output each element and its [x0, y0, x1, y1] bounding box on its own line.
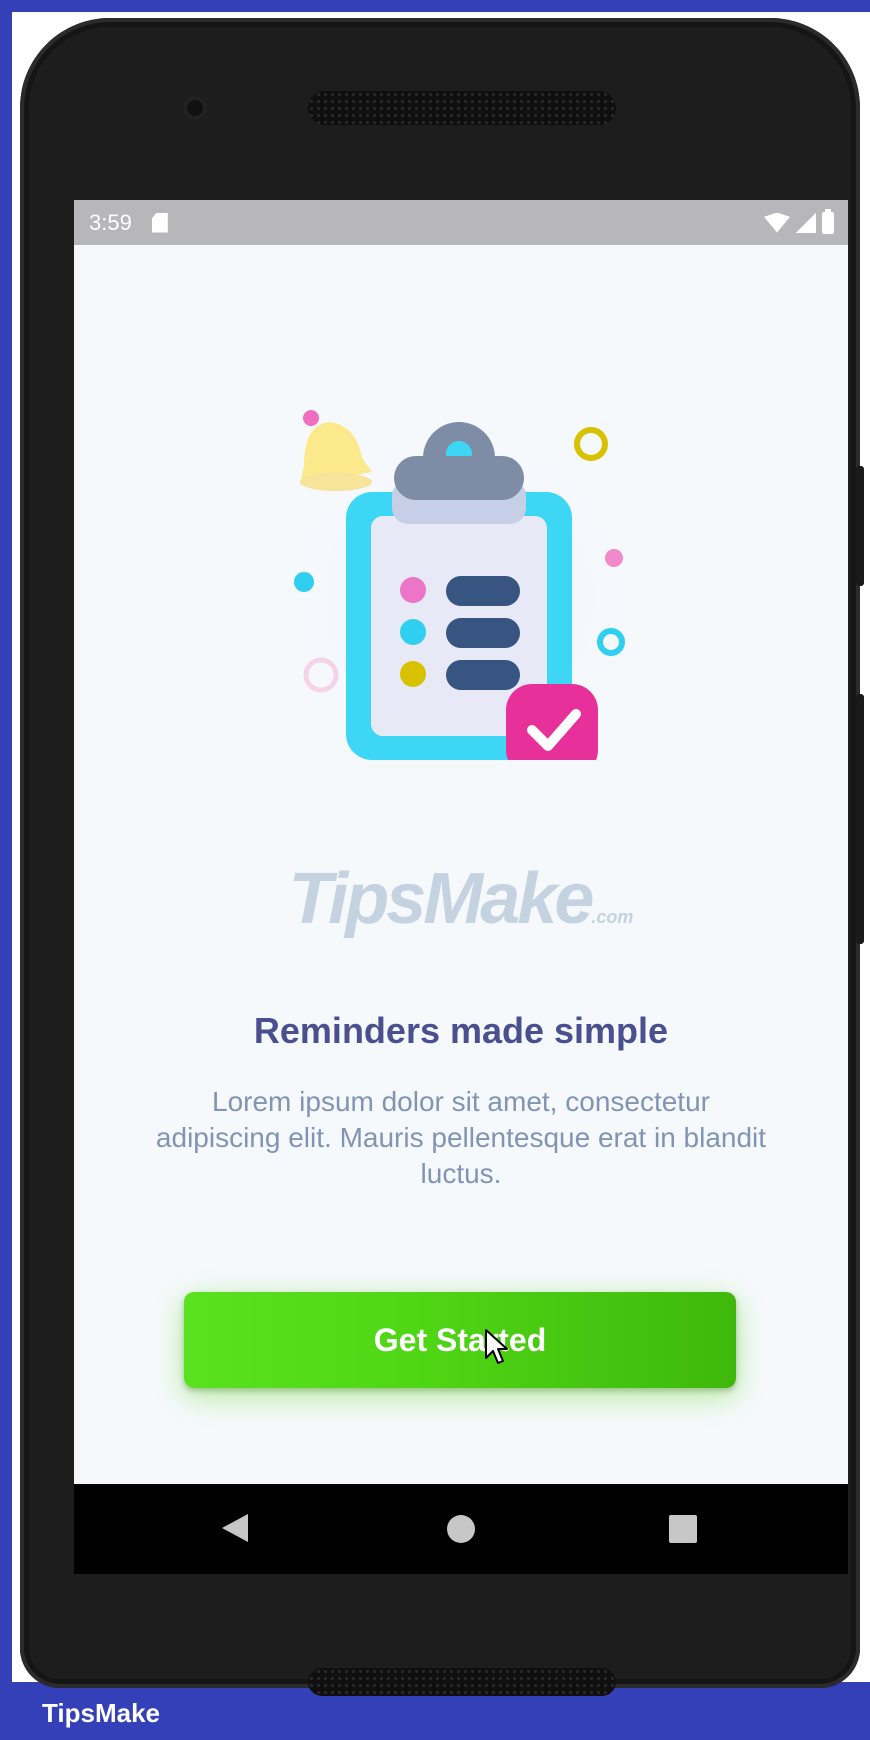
home-icon[interactable] — [447, 1515, 475, 1543]
mouse-cursor-icon — [485, 1329, 508, 1364]
logo-suffix: .com — [591, 907, 634, 927]
check-badge-icon — [506, 684, 598, 760]
clipboard-checklist-illustration — [259, 400, 659, 760]
get-started-button[interactable]: Get Started — [184, 1292, 736, 1388]
onboarding-description: Lorem ipsum dolor sit amet, consectetur … — [155, 1086, 767, 1189]
front-camera — [183, 96, 207, 120]
bottom-speaker — [308, 1668, 616, 1696]
phone-frame: 3:59 TipsMake.com Reminders made simple … — [20, 18, 864, 1696]
footer-brand-label: TipsMake — [42, 1698, 161, 1728]
watermark-logo: TipsMake.com — [74, 858, 848, 940]
volume-button — [856, 466, 864, 586]
decor-dot-pink — [605, 549, 623, 567]
navigation-bar — [74, 1484, 848, 1574]
recents-icon[interactable] — [669, 1515, 697, 1543]
logo-text: TipsMake — [288, 859, 595, 939]
decor-dot-cyan — [294, 572, 314, 592]
power-button — [856, 694, 864, 944]
top-speaker — [308, 91, 616, 125]
onboarding-title: Reminders made simple — [253, 1010, 669, 1051]
back-icon[interactable] — [222, 1514, 248, 1542]
phone-screen: 3:59 TipsMake.com Reminders made simple … — [74, 200, 848, 1574]
